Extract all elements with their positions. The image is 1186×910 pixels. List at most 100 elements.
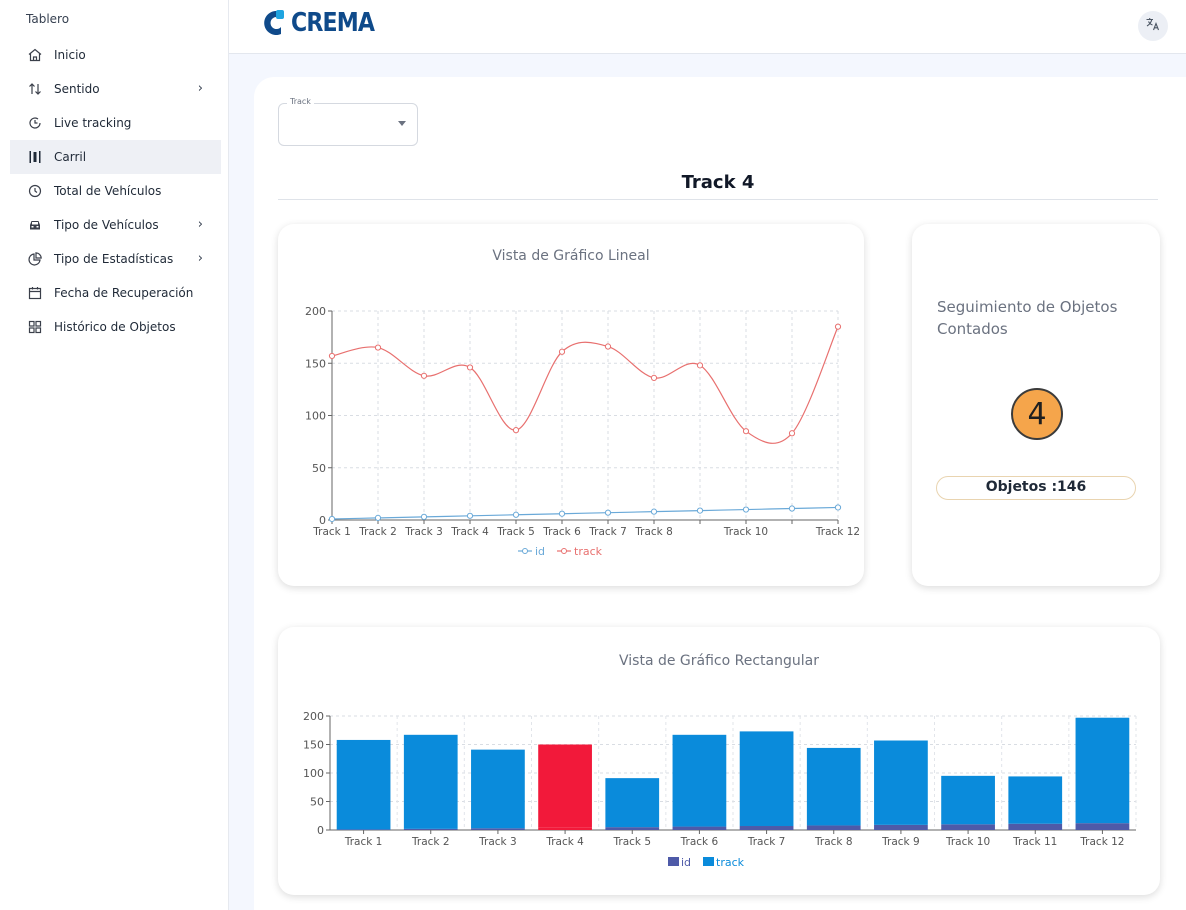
bar-track xyxy=(739,731,794,827)
bar-track xyxy=(605,778,660,828)
data-point-id xyxy=(604,509,612,516)
x-tick-label: Track 8 xyxy=(814,836,853,848)
data-point-track xyxy=(742,428,750,435)
sidebar-item-label: Sentido xyxy=(54,82,100,96)
x-tick-label: Track 4 xyxy=(545,836,584,848)
bar-id xyxy=(1008,823,1063,830)
chevron-right-icon: › xyxy=(197,81,203,96)
data-point-id xyxy=(696,507,704,514)
sidebar-item-label: Fecha de Recuperación xyxy=(54,286,194,300)
crema-logo[interactable]: CREMA xyxy=(259,6,389,40)
bar-track xyxy=(941,775,995,825)
x-tick-label: Track 2 xyxy=(358,526,397,538)
swap-vertical-icon xyxy=(26,80,44,98)
bar-id xyxy=(739,826,794,830)
track-select-label: Track xyxy=(287,97,314,106)
sidebar-item-fecha-recuperacion[interactable]: Fecha de Recuperación xyxy=(0,276,229,310)
bar-id xyxy=(1075,823,1130,830)
x-tick-label: Track 9 xyxy=(881,836,920,848)
crema-logo-mark xyxy=(264,10,284,35)
bar-id xyxy=(605,827,660,830)
track-select[interactable]: Track xyxy=(278,97,418,146)
y-tick-label: 100 xyxy=(303,767,324,780)
x-tick-label: Track 5 xyxy=(496,526,535,538)
x-tick-label: Track 12 xyxy=(1079,836,1124,848)
caret-down-icon xyxy=(398,121,406,126)
sidebar-item-total-vehiculos[interactable]: Total de Vehículos xyxy=(0,174,229,208)
bar-chart-card: Vista de Gráfico Rectangular 0 50 100 150 20… xyxy=(278,627,1160,895)
y-tick-label: 50 xyxy=(310,796,324,809)
data-point-id xyxy=(512,511,520,518)
clock-live-icon xyxy=(26,114,44,132)
car-icon xyxy=(26,216,44,234)
y-tick-label: 50 xyxy=(312,462,326,475)
x-tick-label: Track 3 xyxy=(478,836,516,848)
legend-label: track xyxy=(716,856,745,869)
bar-track xyxy=(538,744,592,828)
sidebar-item-label: Carril xyxy=(54,150,87,164)
sidebar-item-label: Inicio xyxy=(54,48,86,62)
main-panel: Track Track 4 Vista de Gráfico Lineal 05… xyxy=(254,77,1186,910)
sidebar-item-live-tracking[interactable]: Live tracking xyxy=(0,106,229,140)
sidebar-item-historico-objetos[interactable]: Histórico de Objetos xyxy=(0,310,229,344)
bar-id xyxy=(403,828,458,830)
section-divider xyxy=(278,199,1158,200)
bar-track xyxy=(403,734,458,829)
bar-track xyxy=(1008,776,1063,824)
count-badge: 4 xyxy=(1011,388,1063,440)
sidebar-item-label: Histórico de Objetos xyxy=(54,320,176,334)
bar-track xyxy=(471,749,525,829)
x-tick-label: Track 12 xyxy=(815,526,860,538)
data-point-track xyxy=(834,323,842,330)
data-point-id xyxy=(374,514,382,522)
x-tick-label: Track 3 xyxy=(404,526,443,538)
data-point-track xyxy=(650,374,658,381)
legend-label: id xyxy=(681,856,691,869)
sidebar-item-inicio[interactable]: Inicio xyxy=(0,38,229,72)
y-tick-label: 0 xyxy=(317,824,324,837)
translate-icon xyxy=(1145,16,1161,36)
x-tick-label: Track 7 xyxy=(747,836,786,848)
x-tick-label: Track 8 xyxy=(634,526,673,538)
sidebar-item-label: Total de Vehículos xyxy=(54,184,162,198)
bar-track xyxy=(672,734,727,827)
sidebar-item-label: Tipo de Estadísticas xyxy=(54,252,174,266)
data-point-id xyxy=(466,512,474,519)
bar-id xyxy=(874,824,928,830)
sidebar-item-tipo-estadisticas[interactable]: Tipo de Estadísticas › xyxy=(0,242,229,276)
sidebar-item-tipo-vehiculos[interactable]: Tipo de Vehículos › xyxy=(0,208,229,242)
sidebar-item-carril[interactable]: Carril xyxy=(10,140,221,174)
sidebar-title: Tablero xyxy=(26,12,70,26)
objects-count-pill: Objetos :146 xyxy=(936,476,1136,500)
home-icon xyxy=(26,46,44,64)
data-point-id xyxy=(420,513,428,520)
bar-track xyxy=(1075,717,1130,824)
bar-id xyxy=(471,828,525,830)
bar-id xyxy=(941,824,995,830)
legend-label: id xyxy=(535,545,545,558)
x-tick-label: Track 1 xyxy=(312,526,351,538)
bar-chart: 0 50 100 150 200 Track 1 Track 2 Track 3 Track 4… xyxy=(303,710,1137,869)
bar-id xyxy=(806,825,861,830)
count-card: Seguimiento de Objetos Contados 4 Objeto… xyxy=(912,224,1160,586)
sidebar-item-label: Live tracking xyxy=(54,116,132,130)
sidebar: Tablero Inicio Sentido › Live tracking C xyxy=(0,0,229,910)
sidebar-item-sentido[interactable]: Sentido › xyxy=(0,72,229,106)
data-point-track xyxy=(374,344,382,351)
top-header: CREMA xyxy=(229,0,1186,54)
bar-id xyxy=(672,826,727,830)
legend-marker xyxy=(522,548,528,554)
data-point-track xyxy=(328,352,336,360)
calendar-icon xyxy=(26,284,44,302)
series-line-id xyxy=(331,506,839,520)
data-point-track xyxy=(512,427,520,434)
x-tick-label: Track 10 xyxy=(723,526,768,538)
y-tick-label: 150 xyxy=(305,357,326,370)
y-tick-label: 200 xyxy=(303,710,324,723)
x-tick-label: Track 11 xyxy=(1012,836,1057,848)
count-value: 4 xyxy=(1027,396,1047,432)
language-button[interactable] xyxy=(1138,11,1168,41)
data-point-track xyxy=(466,364,474,371)
data-point-track xyxy=(696,362,704,369)
legend-marker xyxy=(561,548,567,554)
